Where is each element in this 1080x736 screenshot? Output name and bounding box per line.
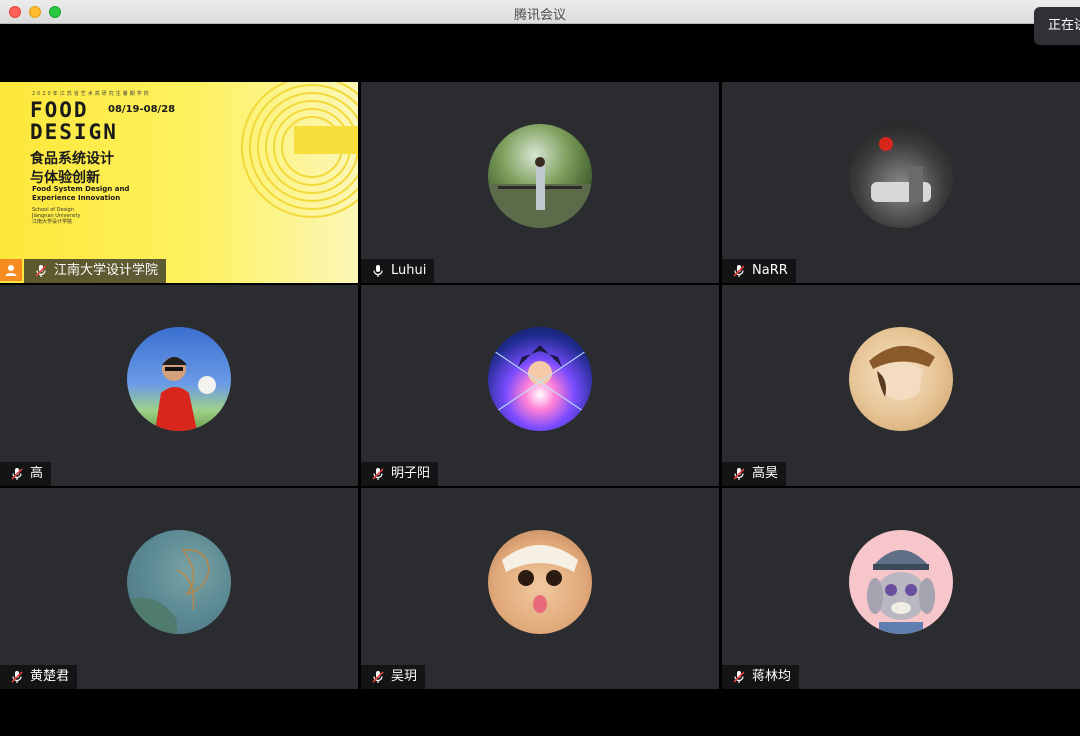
user-icon xyxy=(0,259,22,281)
shared-slide: 2020年江苏省艺术高研究生暑期学校 FOOD DESIGN 08/19-08/… xyxy=(0,82,358,283)
avatar xyxy=(488,124,592,228)
video-grid: 2020年江苏省艺术高研究生暑期学校 FOOD DESIGN 08/19-08/… xyxy=(0,82,1080,689)
slide-title-en-1: Food System Design and xyxy=(32,185,130,193)
avatar-photo xyxy=(155,357,216,431)
avatar xyxy=(127,327,231,431)
participant-name: 黄楚君 xyxy=(30,669,70,684)
avatar xyxy=(488,327,592,431)
avatar-photo xyxy=(488,157,592,228)
mic-muted-icon xyxy=(733,671,745,683)
slide-school-cn: 江南大学设计学院 xyxy=(32,219,73,225)
avatar xyxy=(127,530,231,634)
speaking-toast: 正在讲话 xyxy=(1034,7,1080,45)
participant-tile[interactable]: 高昊 xyxy=(722,285,1080,486)
mic-muted-icon xyxy=(733,265,745,277)
mic-muted-icon xyxy=(11,671,23,683)
participant-label: Luhui xyxy=(361,259,435,283)
slide-title-en-2: Experience Innovation xyxy=(32,194,121,202)
window-titlebar: 腾讯会议 xyxy=(0,0,1080,24)
slide-school: School of Design Jiangnan University 江南大… xyxy=(32,207,80,225)
slide-accent-block xyxy=(294,126,358,154)
participant-label: 高 xyxy=(0,462,52,486)
avatar xyxy=(849,530,953,634)
participant-name: 明子阳 xyxy=(391,466,431,481)
avatar-photo xyxy=(127,549,210,634)
participant-tile[interactable]: 高 xyxy=(0,285,358,486)
participant-name: 高昊 xyxy=(752,466,779,481)
mic-muted-icon xyxy=(11,468,23,480)
participant-name: 高 xyxy=(30,466,44,481)
window-title: 腾讯会议 xyxy=(513,8,566,23)
participant-label: 江南大学设计学院 xyxy=(24,259,167,283)
participant-label: NaRR xyxy=(722,259,796,283)
avatar xyxy=(849,327,953,431)
participant-tile[interactable]: 蒋林均 xyxy=(722,488,1080,689)
slide-dates: 08/19-08/28 xyxy=(108,104,176,115)
slide-title-cn-1: 食品系统设计 xyxy=(30,151,114,167)
avatar-photo xyxy=(871,137,931,202)
participant-tile-share[interactable]: 2020年江苏省艺术高研究生暑期学校 FOOD DESIGN 08/19-08/… xyxy=(0,82,358,283)
participant-tile[interactable]: NaRR xyxy=(722,82,1080,283)
participant-name: NaRR xyxy=(752,263,788,278)
avatar xyxy=(488,530,592,634)
participant-name: 蒋林均 xyxy=(752,669,792,684)
participant-label: 蒋林均 xyxy=(722,665,800,689)
mic-muted-icon xyxy=(372,671,384,683)
slide-top-line: 2020年江苏省艺术高研究生暑期学校 xyxy=(32,91,151,97)
participant-label: 黄楚君 xyxy=(0,665,78,689)
avatar-photo xyxy=(867,550,935,634)
participant-name: Luhui xyxy=(391,263,427,278)
avatar xyxy=(849,124,953,228)
mic-muted-icon xyxy=(733,468,745,480)
mic-muted-icon xyxy=(372,468,384,480)
mic-muted-icon xyxy=(35,265,47,277)
mic-icon xyxy=(373,265,383,277)
avatar-photo xyxy=(488,345,592,418)
avatar-photo xyxy=(869,345,935,400)
participant-name: 江南大学设计学院 xyxy=(54,263,159,278)
slide-logo-design: DESIGN xyxy=(30,120,118,144)
slide-logo-food: FOOD xyxy=(30,98,89,122)
slide-title-cn-2: 与体验创新 xyxy=(30,170,100,186)
participant-name: 吴玥 xyxy=(391,669,418,684)
participant-label: 高昊 xyxy=(722,462,787,486)
participant-label: 明子阳 xyxy=(361,462,439,486)
participant-tile[interactable]: 吴玥 xyxy=(361,488,719,689)
participant-label: 吴玥 xyxy=(361,665,426,689)
avatar-photo xyxy=(502,545,578,613)
participant-tile[interactable]: Luhui xyxy=(361,82,719,283)
participant-tile[interactable]: 明子阳 xyxy=(361,285,719,486)
participant-tile[interactable]: 黄楚君 xyxy=(0,488,358,689)
